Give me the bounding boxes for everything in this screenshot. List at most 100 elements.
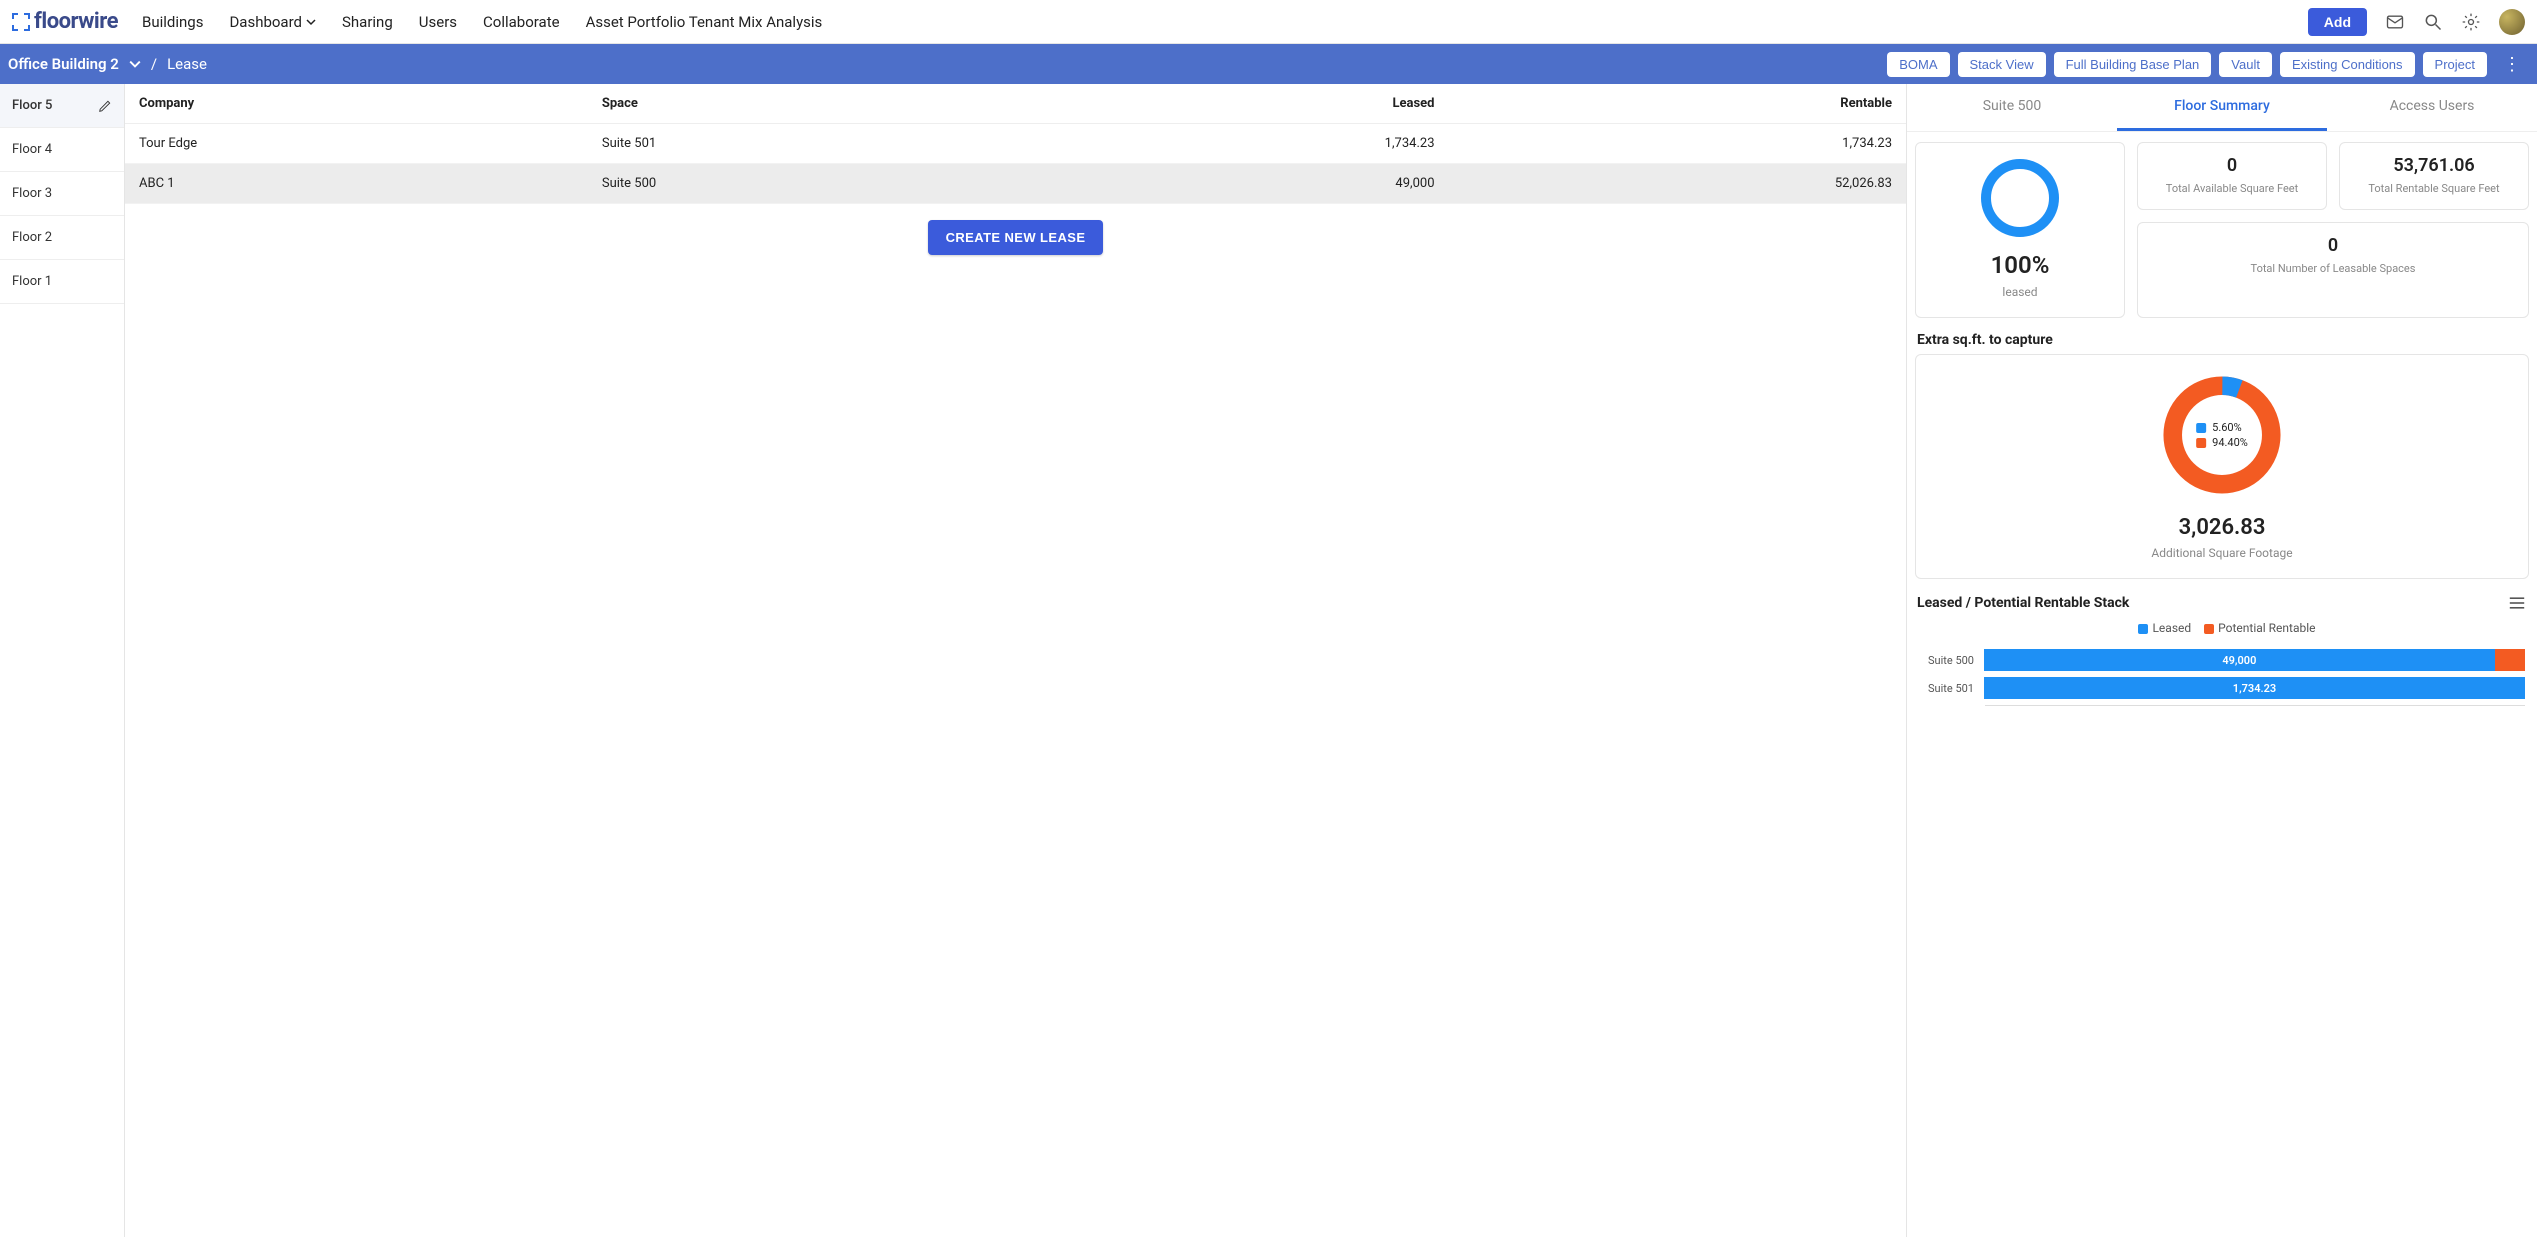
building-selector[interactable]: Office Building 2 <box>8 55 119 73</box>
crumb-page: Lease <box>167 55 207 73</box>
nav-tenant-mix[interactable]: Asset Portfolio Tenant Mix Analysis <box>586 13 823 31</box>
legend-potential: Potential Rentable <box>2218 621 2315 635</box>
bar-seg-potential <box>2495 649 2525 671</box>
tab-access-users[interactable]: Access Users <box>2327 84 2537 131</box>
leased-ring-icon <box>1981 159 2059 237</box>
col-company[interactable]: Company <box>125 84 588 124</box>
pill-vault[interactable]: Vault <box>2219 52 2272 77</box>
legend-blue-text: 5.60% <box>2212 421 2242 434</box>
nav-users[interactable]: Users <box>419 13 457 31</box>
bar-row: Suite 500 49,000 <box>1919 649 2525 671</box>
floor-item-4[interactable]: Floor 4 <box>0 128 124 172</box>
top-nav: floorwire Buildings Dashboard Sharing Us… <box>0 0 2537 44</box>
breadcrumb: Office Building 2 / Lease <box>8 55 207 73</box>
stack-bars: Suite 500 49,000 Suite 501 1,734.23 <box>1907 649 2537 699</box>
donut-legend: 5.60% 94.40% <box>2196 419 2248 451</box>
summary-panel: Suite 500 Floor Summary Access Users 100… <box>1907 84 2537 1237</box>
bar-label: Suite 501 <box>1919 682 1974 695</box>
more-icon[interactable]: ⋮ <box>2495 54 2529 75</box>
legend-orange-text: 94.40% <box>2212 436 2248 449</box>
extra-value: 3,026.83 <box>1924 515 2520 540</box>
card-rentable: 53,761.06 Total Rentable Square Feet <box>2339 142 2529 210</box>
nav-dashboard-label: Dashboard <box>229 13 302 31</box>
cell-space: Suite 500 <box>588 164 1030 204</box>
avatar[interactable] <box>2499 9 2525 35</box>
bar-seg-leased: 1,734.23 <box>1984 677 2525 699</box>
extra-title: Extra sq.ft. to capture <box>1907 318 2537 354</box>
edit-icon[interactable] <box>98 99 112 113</box>
available-value: 0 <box>2146 155 2318 176</box>
rentable-value: 53,761.06 <box>2348 155 2520 176</box>
sub-header: Office Building 2 / Lease BOMA Stack Vie… <box>0 44 2537 84</box>
summary-cards: 100% leased 0 Total Available Square Fee… <box>1907 132 2537 318</box>
legend-swatch-blue-icon <box>2196 423 2206 433</box>
bar-label: Suite 500 <box>1919 654 1974 667</box>
stack-legend: Leased Potential Rentable <box>1907 617 2537 643</box>
stack-axis <box>1985 705 2525 709</box>
floor-list: Floor 5 Floor 4 Floor 3 Floor 2 Floor 1 <box>0 84 125 1237</box>
tab-floor-summary[interactable]: Floor Summary <box>2117 84 2327 131</box>
chart-menu-icon[interactable] <box>2509 596 2525 610</box>
lease-panel: Company Space Leased Rentable Tour Edge … <box>125 84 1907 1237</box>
tab-suite[interactable]: Suite 500 <box>1907 84 2117 131</box>
pill-project[interactable]: Project <box>2423 52 2487 77</box>
col-leased[interactable]: Leased <box>1030 84 1448 124</box>
lease-table: Company Space Leased Rentable Tour Edge … <box>125 84 1906 204</box>
floor-item-1[interactable]: Floor 1 <box>0 260 124 304</box>
floor-item-5[interactable]: Floor 5 <box>0 84 124 128</box>
col-space[interactable]: Space <box>588 84 1030 124</box>
floor-item-3[interactable]: Floor 3 <box>0 172 124 216</box>
legend-swatch-orange-icon <box>2204 624 2214 634</box>
logo-text: floorwire <box>34 9 118 34</box>
spaces-value: 0 <box>2146 235 2520 256</box>
pill-baseplan[interactable]: Full Building Base Plan <box>2054 52 2212 77</box>
table-row[interactable]: ABC 1 Suite 500 49,000 52,026.83 <box>125 164 1906 204</box>
add-button[interactable]: Add <box>2308 8 2367 36</box>
legend-swatch-orange-icon <box>2196 438 2206 448</box>
legend-leased: Leased <box>2152 621 2191 635</box>
summary-tabs: Suite 500 Floor Summary Access Users <box>1907 84 2537 132</box>
extra-donut-card: 5.60% 94.40% 3,026.83 Additional Square … <box>1915 354 2529 579</box>
card-available: 0 Total Available Square Feet <box>2137 142 2327 210</box>
pill-boma[interactable]: BOMA <box>1887 52 1949 77</box>
cell-company: Tour Edge <box>125 124 588 164</box>
floor-label: Floor 5 <box>12 98 52 113</box>
search-icon[interactable] <box>2423 12 2443 32</box>
table-row[interactable]: Tour Edge Suite 501 1,734.23 1,734.23 <box>125 124 1906 164</box>
nav-links: Buildings Dashboard Sharing Users Collab… <box>142 13 822 31</box>
floor-label: Floor 4 <box>12 142 52 157</box>
cell-rentable: 1,734.23 <box>1449 124 1907 164</box>
floor-label: Floor 3 <box>12 186 52 201</box>
mail-icon[interactable] <box>2385 12 2405 32</box>
extra-sub: Additional Square Footage <box>1924 546 2520 560</box>
bar-track: 1,734.23 <box>1984 677 2525 699</box>
bar-track: 49,000 <box>1984 649 2525 671</box>
pill-existing[interactable]: Existing Conditions <box>2280 52 2415 77</box>
leased-pct-value: 100% <box>1924 251 2116 279</box>
nav-collaborate[interactable]: Collaborate <box>483 13 560 31</box>
nav-dashboard[interactable]: Dashboard <box>229 13 316 31</box>
col-rentable[interactable]: Rentable <box>1449 84 1907 124</box>
create-lease-button[interactable]: CREATE NEW LEASE <box>928 220 1104 255</box>
floor-label: Floor 1 <box>12 274 52 289</box>
building-name: Office Building 2 <box>8 55 119 73</box>
logo[interactable]: floorwire <box>12 9 118 34</box>
leased-pct-label: leased <box>1924 285 2116 299</box>
cell-space: Suite 501 <box>588 124 1030 164</box>
available-label: Total Available Square Feet <box>2146 182 2318 195</box>
leased-pct-card: 100% leased <box>1915 142 2125 318</box>
bar-seg-text: 49,000 <box>2222 654 2256 667</box>
chevron-down-icon[interactable] <box>129 58 141 70</box>
cell-leased: 1,734.23 <box>1030 124 1448 164</box>
cell-leased: 49,000 <box>1030 164 1448 204</box>
nav-buildings[interactable]: Buildings <box>142 13 203 31</box>
spaces-label: Total Number of Leasable Spaces <box>2146 262 2520 275</box>
pill-stackview[interactable]: Stack View <box>1958 52 2046 77</box>
view-pills: BOMA Stack View Full Building Base Plan … <box>1887 52 2529 77</box>
bar-seg-text: 1,734.23 <box>2233 682 2276 695</box>
crumb-sep: / <box>151 55 157 73</box>
gear-icon[interactable] <box>2461 12 2481 32</box>
nav-sharing[interactable]: Sharing <box>342 13 393 31</box>
logo-icon <box>12 13 30 31</box>
floor-item-2[interactable]: Floor 2 <box>0 216 124 260</box>
